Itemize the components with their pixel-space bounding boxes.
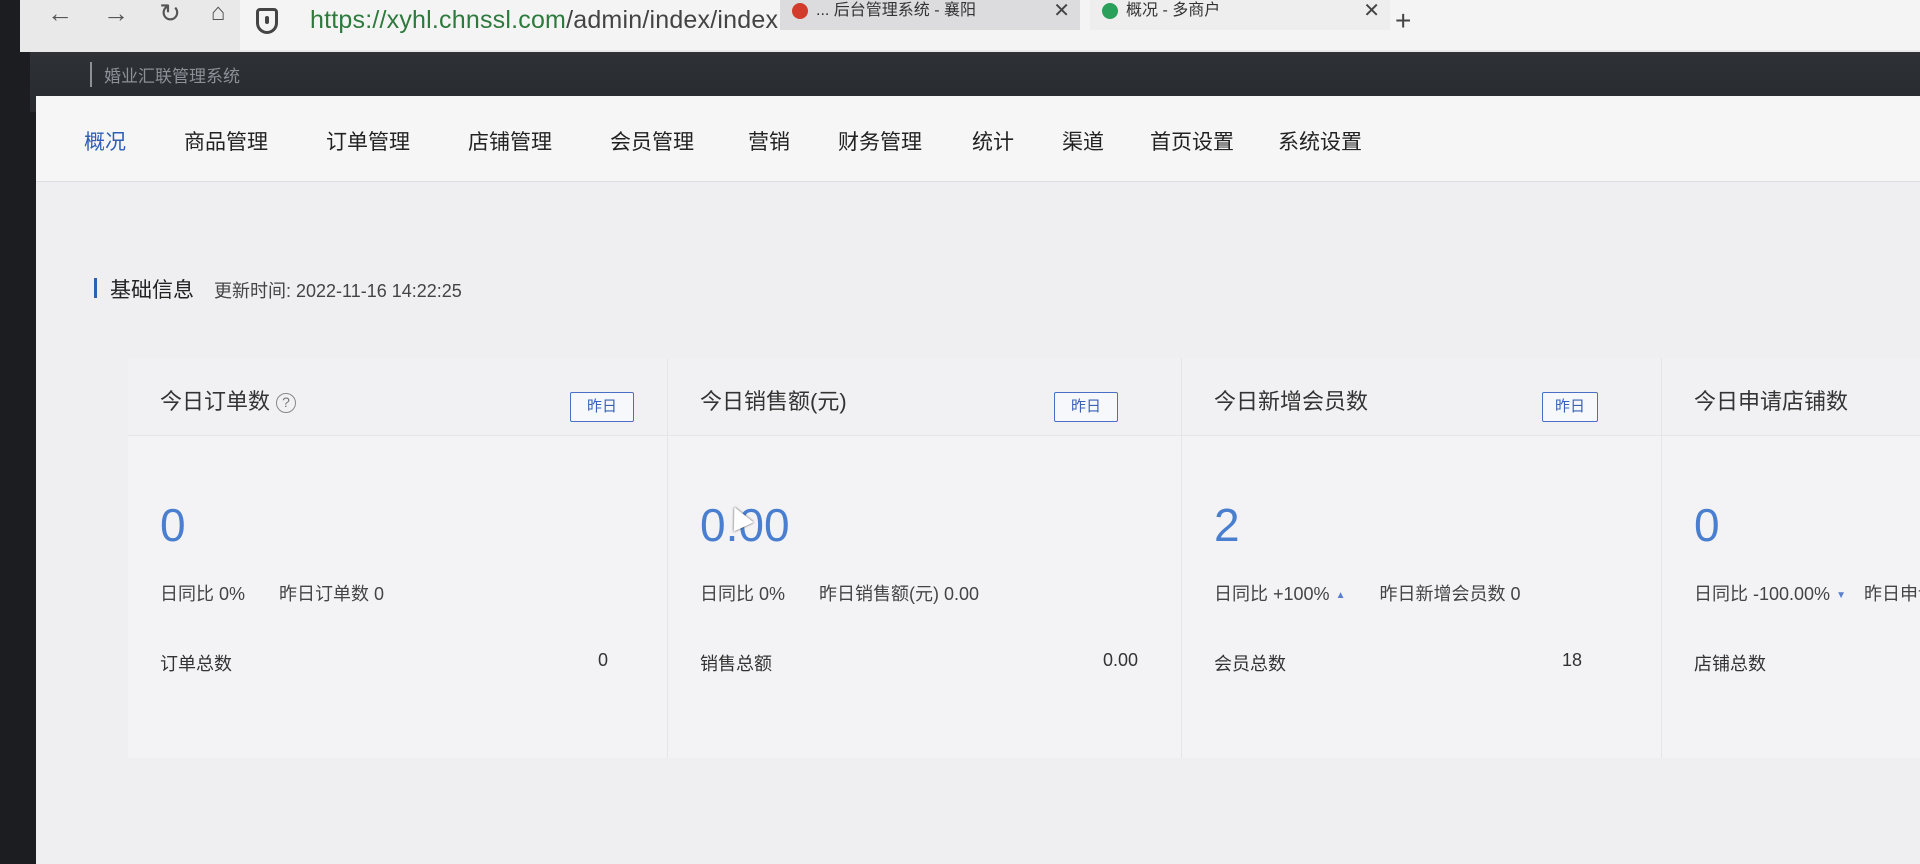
main-page: 概况 商品管理 订单管理 店铺管理 会员管理 营销 财务管理 统计 渠道 首页设… — [36, 96, 1920, 864]
card-title: 今日订单数? — [160, 384, 297, 416]
total-value: 18 — [1561, 650, 1582, 670]
reload-icon[interactable]: ↻ — [152, 0, 188, 30]
browser-tab[interactable]: ... 后台管理系统 - 襄阳 ✕ — [780, 0, 1080, 30]
card-title: 今日新增会员数 — [1214, 389, 1369, 414]
down-caret-icon: ▼ — [1836, 590, 1846, 601]
day-ratio: 日同比 -100.00% — [1694, 584, 1831, 604]
close-tab-icon[interactable]: ✕ — [1363, 0, 1380, 22]
monitor-bezel — [0, 0, 40, 864]
yesterday-value: 昨日申请 — [1863, 584, 1920, 604]
url-host: https://xyhl.chnssl.com — [310, 6, 567, 34]
stat-value: 0 — [160, 499, 186, 551]
compare-row: 日同比 +100% ▲ 昨日新增会员数 0 — [1214, 580, 1520, 606]
new-tab-plus-icon[interactable]: + — [1395, 7, 1411, 35]
menu-item-members[interactable]: 会员管理 — [610, 126, 694, 156]
close-tab-icon[interactable]: ✕ — [1053, 0, 1070, 22]
total-label: 会员总数 — [1214, 654, 1286, 674]
yesterday-button[interactable]: 昨日 — [570, 392, 634, 422]
help-question-icon[interactable]: ? — [276, 393, 297, 413]
tab-favicon-icon — [1102, 3, 1118, 19]
yesterday-button[interactable]: 昨日 — [1054, 392, 1118, 422]
tab-title: ... 后台管理系统 - 襄阳 — [816, 2, 977, 19]
day-ratio: 日同比 +100% — [1214, 584, 1330, 604]
yesterday-value: 昨日订单数 0 — [279, 584, 385, 604]
menu-item-goods[interactable]: 商品管理 — [184, 126, 268, 156]
card-today-orders: 今日订单数? 昨日 0 日同比 0% 昨日订单数 0 订单总数 0 — [128, 358, 668, 758]
security-shield-icon[interactable] — [256, 8, 278, 34]
day-ratio: 日同比 0% — [700, 584, 786, 604]
total-label: 店铺总数 — [1694, 654, 1766, 674]
card-header: 今日订单数? 昨日 — [128, 358, 667, 436]
card-header: 今日销售额(元) 昨日 — [668, 358, 1181, 436]
total-label: 销售总额 — [700, 654, 772, 674]
section-title: 基础信息 — [110, 279, 194, 302]
stat-value: 2 — [1214, 499, 1240, 551]
compare-row: 日同比 0% 昨日销售额(元) 0.00 — [700, 580, 979, 606]
stats-cards: 今日订单数? 昨日 0 日同比 0% 昨日订单数 0 订单总数 0 今日销售额(元… — [128, 358, 1920, 758]
card-title: 今日销售额(元) — [700, 389, 847, 414]
card-new-members: 今日新增会员数 昨日 2 日同比 +100% ▲ 昨日新增会员数 0 会员总数 18 — [1182, 358, 1662, 758]
url-text[interactable]: https://xyhl.chnssl.com/admin/index/inde… — [310, 6, 833, 35]
compare-row: 日同比 -100.00% ▼ 昨日申请 — [1694, 580, 1920, 606]
card-today-sales: 今日销售额(元) 昨日 0.00 日同比 0% 昨日销售额(元) 0.00 销售总… — [668, 358, 1182, 758]
tab-favicon-icon — [792, 3, 808, 19]
section-accent-bar — [94, 278, 97, 298]
up-caret-icon: ▲ — [1335, 590, 1346, 601]
menu-item-orders[interactable]: 订单管理 — [326, 126, 410, 156]
menu-item-homepage-settings[interactable]: 首页设置 — [1150, 126, 1234, 156]
menu-item-system-settings[interactable]: 系统设置 — [1278, 126, 1362, 156]
browser-tab-active[interactable]: 概况 - 多商户 ✕ — [1090, 0, 1390, 30]
card-store-applications: 今日申请店铺数 0 日同比 -100.00% ▼ 昨日申请 店铺总数 — [1662, 358, 1920, 758]
day-ratio: 日同比 0% — [160, 584, 246, 604]
menu-item-overview[interactable]: 概况 — [84, 126, 126, 156]
menu-item-stores[interactable]: 店铺管理 — [468, 126, 552, 156]
stat-value: 0 — [1694, 499, 1720, 551]
menu-item-finance[interactable]: 财务管理 — [838, 126, 922, 156]
yesterday-value: 昨日新增会员数 0 — [1379, 584, 1521, 604]
menu-item-marketing[interactable]: 营销 — [748, 126, 790, 156]
top-menu: 概况 商品管理 订单管理 店铺管理 会员管理 营销 财务管理 统计 渠道 首页设… — [36, 96, 1920, 182]
forward-arrow-icon[interactable]: → — [98, 0, 134, 30]
card-header: 今日申请店铺数 — [1662, 358, 1920, 436]
menu-item-channels[interactable]: 渠道 — [1062, 126, 1104, 156]
home-icon[interactable]: ⌂ — [200, 0, 236, 30]
card-title: 今日申请店铺数 — [1694, 389, 1849, 414]
card-header: 今日新增会员数 昨日 — [1182, 358, 1661, 436]
back-arrow-icon[interactable]: ← — [42, 0, 78, 30]
update-time: 更新时间: 2022-11-16 14:22:25 — [214, 281, 462, 301]
menu-item-statistics[interactable]: 统计 — [972, 126, 1014, 156]
total-value: 0 — [597, 650, 608, 670]
yesterday-button[interactable]: 昨日 — [1542, 392, 1598, 422]
tab-title: 概况 - 多商户 — [1126, 2, 1221, 19]
screen: ← → ↻ ⌂ https://xyhl.chnssl.com/admin/in… — [0, 0, 1920, 864]
app-title: 婚业汇联管理系统 — [90, 62, 240, 87]
total-value: 0.00 — [1102, 650, 1138, 670]
yesterday-value: 昨日销售额(元) 0.00 — [819, 584, 980, 604]
total-label: 订单总数 — [160, 654, 232, 674]
compare-row: 日同比 0% 昨日订单数 0 — [160, 580, 384, 606]
